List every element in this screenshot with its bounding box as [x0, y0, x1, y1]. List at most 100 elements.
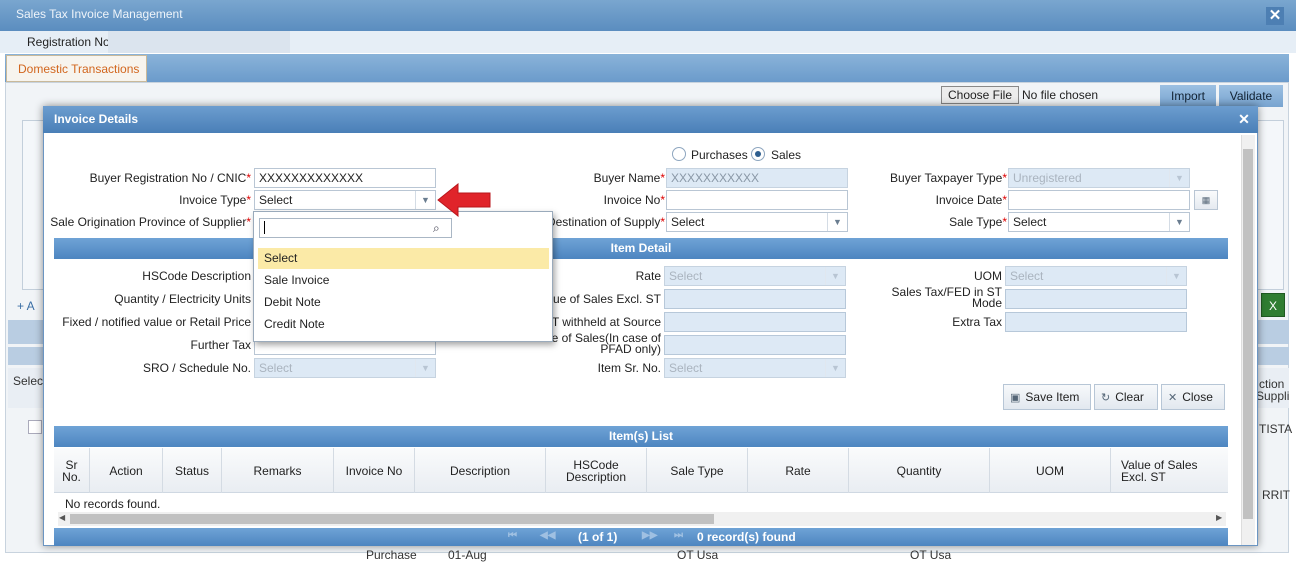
- buyer-reg-input[interactable]: XXXXXXXXXXXXX: [254, 168, 436, 188]
- scroll-right-icon[interactable]: ▶: [1216, 513, 1222, 522]
- items-horizontal-scroll-thumb[interactable]: [70, 514, 714, 524]
- tab-strip: [5, 54, 1289, 82]
- total-value-input[interactable]: [664, 335, 846, 355]
- red-arrow-icon: [437, 183, 491, 217]
- prev-page-icon[interactable]: ◀◀: [540, 530, 555, 541]
- column-action[interactable]: Action: [90, 448, 163, 493]
- extra-tax-input[interactable]: [1005, 312, 1187, 332]
- registration-label: Registration No: [27, 35, 110, 49]
- invoice-date-input[interactable]: [1008, 190, 1190, 210]
- import-button[interactable]: Import: [1160, 85, 1216, 107]
- chevron-down-icon[interactable]: ▼: [1169, 213, 1189, 231]
- column-rate[interactable]: Rate: [748, 448, 849, 493]
- next-page-icon[interactable]: ▶▶: [642, 530, 657, 541]
- st-fed-input[interactable]: [1005, 289, 1187, 309]
- sale-type-select[interactable]: Select ▼: [1008, 212, 1190, 232]
- sales-radio[interactable]: [751, 147, 765, 161]
- purchases-radio[interactable]: [672, 147, 686, 161]
- column-remarks[interactable]: Remarks: [222, 448, 334, 493]
- chevron-down-icon[interactable]: ▼: [827, 213, 847, 231]
- sro-select[interactable]: Select ▼: [254, 358, 436, 378]
- sale-type-value: Select: [1013, 215, 1047, 229]
- fixed-value-label: Fixed / notified value or Retail Price: [62, 315, 251, 329]
- select-column-label: Selec: [13, 374, 44, 388]
- scroll-left-icon[interactable]: ◀: [59, 513, 65, 522]
- st-fed-label: Sales Tax/FED in ST Mode: [891, 285, 1002, 310]
- row-text-1: TISTA: [1259, 422, 1293, 436]
- dialog-vertical-scroll-thumb[interactable]: [1243, 149, 1253, 519]
- buyer-name-input[interactable]: XXXXXXXXXXX: [666, 168, 848, 188]
- row-checkbox[interactable]: [28, 420, 42, 434]
- column-value-excl[interactable]: Value of Sales Excl. ST: [1111, 448, 1228, 493]
- save-icon: ▣: [1010, 392, 1021, 404]
- chevron-down-icon[interactable]: ▼: [415, 191, 435, 209]
- column-sr-no[interactable]: Sr No.: [54, 448, 90, 493]
- st-withheld-label: ST withheld at Source: [543, 315, 661, 329]
- column-hscode-description[interactable]: HSCode Description: [546, 448, 647, 493]
- registration-field[interactable]: [108, 31, 290, 53]
- invoice-no-input[interactable]: [666, 190, 848, 210]
- destination-select[interactable]: Select ▼: [666, 212, 848, 232]
- dropdown-option-select[interactable]: Select: [258, 248, 549, 269]
- quantity-label: Quantity / Electricity Units: [114, 292, 251, 306]
- chevron-down-icon[interactable]: ▼: [1169, 169, 1189, 187]
- dropdown-option-sale-invoice[interactable]: Sale Invoice: [258, 270, 549, 291]
- chevron-down-icon[interactable]: ▼: [1166, 267, 1186, 285]
- items-list-header: Item(s) List: [54, 426, 1228, 447]
- dropdown-option-debit-note[interactable]: Debit Note: [258, 292, 549, 313]
- buyer-taxpayer-value: Unregistered: [1013, 171, 1082, 185]
- close-button[interactable]: ✕ Close: [1161, 384, 1225, 410]
- dropdown-search-input[interactable]: [259, 218, 452, 238]
- choose-file-button[interactable]: Choose File: [941, 86, 1019, 104]
- invoice-date-label: Invoice Date*: [935, 193, 1007, 207]
- window-close-icon[interactable]: ✕: [1266, 7, 1284, 25]
- column-description[interactable]: Description: [415, 448, 546, 493]
- st-withheld-input[interactable]: [664, 312, 846, 332]
- column-uom[interactable]: UOM: [990, 448, 1111, 493]
- clear-button[interactable]: ↻ Clear: [1094, 384, 1158, 410]
- validate-button[interactable]: Validate: [1219, 85, 1283, 107]
- add-link[interactable]: + A: [17, 299, 35, 313]
- first-page-icon[interactable]: ⏮: [508, 530, 517, 541]
- items-pager: ⏮ ◀◀ (1 of 1) ▶▶ ⏭ 0 record(s) found: [54, 528, 1228, 546]
- sales-radio-label: Sales: [771, 148, 802, 162]
- value-excl-input[interactable]: [664, 289, 846, 309]
- invoice-type-select[interactable]: Select ▼: [254, 190, 436, 210]
- uom-select[interactable]: Select ▼: [1005, 266, 1187, 286]
- column-invoice-no[interactable]: Invoice No: [334, 448, 415, 493]
- last-page-icon[interactable]: ⏭: [674, 530, 683, 541]
- buyer-taxpayer-select[interactable]: Unregistered ▼: [1008, 168, 1190, 188]
- calendar-icon[interactable]: ▦: [1194, 190, 1218, 210]
- extra-tax-label: Extra Tax: [952, 315, 1002, 329]
- chevron-down-icon[interactable]: ▼: [415, 359, 435, 377]
- value-excl-label: Value of Sales Excl. ST: [536, 292, 662, 306]
- column-status[interactable]: Status: [163, 448, 222, 493]
- chevron-down-icon[interactable]: ▼: [825, 267, 845, 285]
- dialog-close-icon[interactable]: ✕: [1237, 112, 1251, 126]
- column-quantity[interactable]: Quantity: [849, 448, 990, 493]
- destination-label: Destination of Supply*: [546, 215, 665, 229]
- save-item-button[interactable]: ▣ Save Item: [1003, 384, 1091, 410]
- item-sr-label: Item Sr. No.: [597, 361, 661, 375]
- text-cursor: [264, 221, 265, 234]
- uom-value: Select: [1010, 269, 1044, 283]
- rate-select[interactable]: Select ▼: [664, 266, 846, 286]
- column-sale-type[interactable]: Sale Type: [647, 448, 748, 493]
- sro-value: Select: [259, 361, 293, 375]
- invoice-no-label: Invoice No*: [603, 193, 665, 207]
- row-text-3: Purchase: [366, 548, 417, 562]
- origin-province-label: Sale Origination Province of Supplier*: [50, 215, 251, 229]
- close-icon: ✕: [1168, 392, 1178, 404]
- uom-label: UOM: [974, 269, 1002, 283]
- purchases-radio-label: Purchases: [691, 148, 748, 162]
- window-title: Sales Tax Invoice Management: [0, 0, 1296, 31]
- chevron-down-icon[interactable]: ▼: [825, 359, 845, 377]
- buyer-taxpayer-label: Buyer Taxpayer Type*: [890, 171, 1007, 185]
- tab-domestic-transactions[interactable]: Domestic Transactions: [6, 55, 147, 82]
- excel-export-icon[interactable]: X: [1261, 293, 1285, 317]
- further-tax-label: Further Tax: [190, 338, 251, 352]
- search-icon[interactable]: ⌕: [433, 221, 440, 236]
- dropdown-option-credit-note[interactable]: Credit Note: [258, 314, 549, 335]
- item-sr-select[interactable]: Select ▼: [664, 358, 846, 378]
- dialog-title: Invoice Details: [43, 106, 1258, 133]
